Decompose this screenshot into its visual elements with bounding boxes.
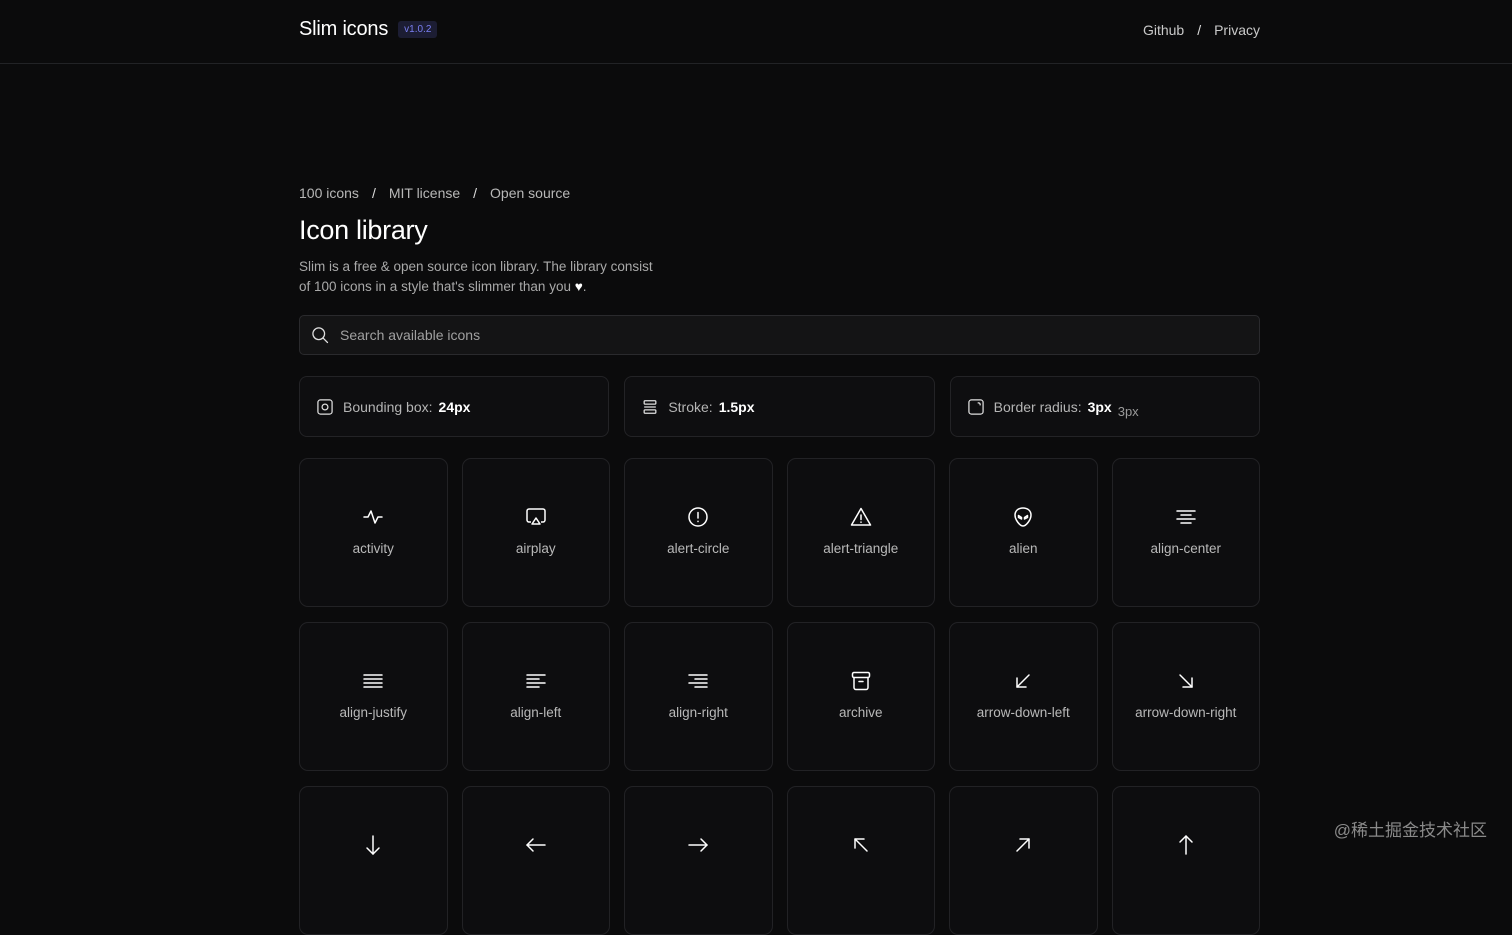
version-badge: v1.0.2 [398, 21, 437, 38]
arrow-down-icon [361, 833, 385, 857]
icon-tile-align-justify[interactable]: align-justify [299, 622, 448, 771]
setting-value[interactable]: 24px [439, 399, 471, 415]
description-line-2: of 100 icons in a style that's slimmer t… [299, 279, 571, 294]
icon-grid: activity airplay alert-circle alert-tria… [299, 458, 1260, 935]
icon-label: alert-circle [667, 541, 729, 556]
icon-tile-arrow-down[interactable] [299, 786, 448, 935]
setting-label: Bounding box: [343, 399, 433, 415]
arrow-down-right-icon [1174, 669, 1198, 693]
arrow-up-left-icon [849, 833, 873, 857]
setting-label: Border radius: [994, 399, 1082, 415]
meta-open-source: Open source [490, 185, 570, 201]
icon-label: arrow-down-right [1135, 705, 1236, 720]
icon-tile-alien[interactable]: alien [949, 458, 1098, 607]
arrow-up-right-icon [1011, 833, 1035, 857]
icon-label: align-center [1150, 541, 1221, 556]
alien-icon [1011, 505, 1035, 529]
brand[interactable]: Slim icons v1.0.2 [299, 18, 437, 41]
icon-label: alien [1009, 541, 1038, 556]
nav-privacy-link[interactable]: Privacy [1214, 22, 1260, 38]
icon-tile-arrow-left[interactable] [462, 786, 611, 935]
brand-name[interactable]: Slim icons [299, 18, 388, 41]
icon-label: align-right [669, 705, 728, 720]
arrow-left-icon [524, 833, 548, 857]
setting-border-radius[interactable]: Border radius: 3px 3px [950, 376, 1260, 437]
icon-tile-align-center[interactable]: align-center [1112, 458, 1261, 607]
setting-extra: 3px [1118, 404, 1139, 419]
icon-tile-arrow-down-left[interactable]: arrow-down-left [949, 622, 1098, 771]
page-title: Icon library [299, 215, 1260, 246]
setting-value[interactable]: 1.5px [719, 399, 755, 415]
icon-tile-activity[interactable]: activity [299, 458, 448, 607]
search-bar[interactable] [299, 315, 1260, 355]
icon-tile-arrow-up[interactable] [1112, 786, 1261, 935]
icon-tile-arrow-right[interactable] [624, 786, 773, 935]
stroke-icon [640, 397, 660, 417]
icon-tile-airplay[interactable]: airplay [462, 458, 611, 607]
alert-circle-icon [686, 505, 710, 529]
arrow-down-left-icon [1011, 669, 1035, 693]
description-end: . [583, 279, 587, 294]
icon-tile-arrow-down-right[interactable]: arrow-down-right [1112, 622, 1261, 771]
icon-tile-alert-triangle[interactable]: alert-triangle [787, 458, 936, 607]
align-right-icon [686, 669, 710, 693]
icon-label: airplay [516, 541, 556, 556]
icon-label: archive [839, 705, 883, 720]
setting-bounding-box[interactable]: Bounding box: 24px [299, 376, 609, 437]
icon-label: align-justify [339, 705, 407, 720]
page-description: Slim is a free & open source icon librar… [299, 257, 659, 297]
heart-icon: ♥ [575, 279, 583, 294]
top-bar: Slim icons v1.0.2 Github / Privacy [0, 0, 1512, 64]
setting-value[interactable]: 3px [1088, 399, 1112, 415]
arrow-up-icon [1174, 833, 1198, 857]
activity-icon [361, 505, 385, 529]
meta-icon-count: 100 icons [299, 185, 359, 201]
top-nav: Github / Privacy [1143, 22, 1260, 38]
icon-tile-align-left[interactable]: align-left [462, 622, 611, 771]
align-justify-icon [361, 669, 385, 693]
search-input[interactable] [340, 327, 1220, 343]
meta-license: MIT license [389, 185, 460, 201]
icon-label: alert-triangle [823, 541, 898, 556]
meta-separator: / [473, 185, 477, 201]
setting-label: Stroke: [668, 399, 712, 415]
icon-tile-alert-circle[interactable]: alert-circle [624, 458, 773, 607]
border-radius-icon [966, 397, 986, 417]
nav-github-link[interactable]: Github [1143, 22, 1184, 38]
icon-tile-arrow-up-right[interactable] [949, 786, 1098, 935]
icon-label: arrow-down-left [977, 705, 1070, 720]
airplay-icon [524, 505, 548, 529]
setting-stroke[interactable]: Stroke: 1.5px [624, 376, 934, 437]
arrow-right-icon [686, 833, 710, 857]
icon-label: activity [353, 541, 394, 556]
icon-label: align-left [510, 705, 561, 720]
main-content: 100 icons / MIT license / Open source Ic… [299, 185, 1260, 297]
icon-tile-arrow-up-left[interactable] [787, 786, 936, 935]
breadcrumb: 100 icons / MIT license / Open source [299, 185, 1260, 201]
nav-separator: / [1197, 22, 1201, 38]
description-line-1: Slim is a free & open source icon librar… [299, 259, 653, 274]
meta-separator: / [372, 185, 376, 201]
align-left-icon [524, 669, 548, 693]
bounding-box-icon [315, 397, 335, 417]
settings-row: Bounding box: 24px Stroke: 1.5px Border … [299, 376, 1260, 437]
archive-icon [849, 669, 873, 693]
icon-tile-archive[interactable]: archive [787, 622, 936, 771]
icon-tile-align-right[interactable]: align-right [624, 622, 773, 771]
search-icon [310, 325, 330, 345]
watermark: @稀土掘金技术社区 [1334, 816, 1487, 841]
align-center-icon [1174, 505, 1198, 529]
alert-triangle-icon [849, 505, 873, 529]
